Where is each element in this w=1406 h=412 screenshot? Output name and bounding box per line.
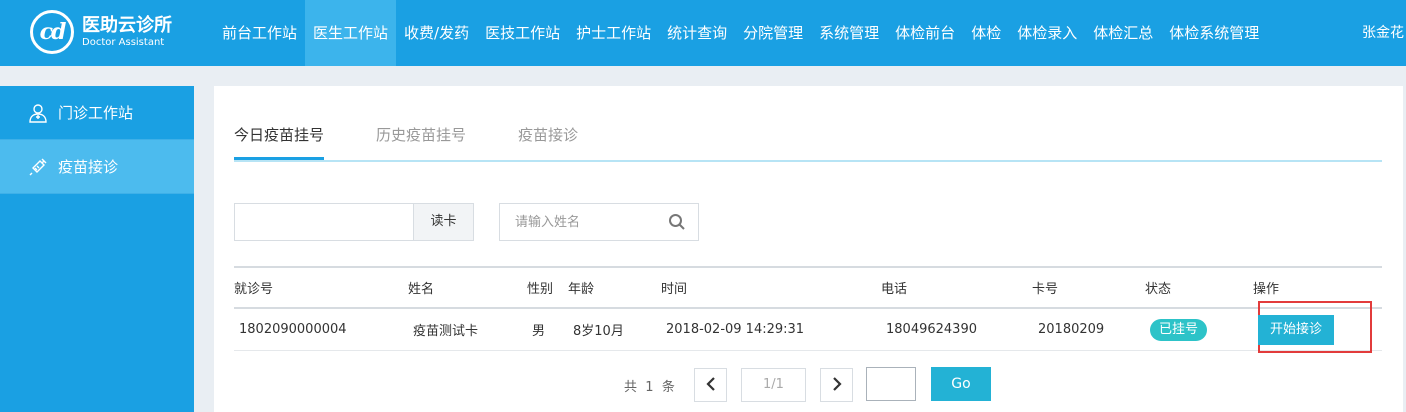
nav-item-medtech-station[interactable]: 医技工作站 bbox=[477, 0, 568, 66]
tab-bar: 今日疫苗挂号 历史疫苗挂号 疫苗接诊 bbox=[234, 124, 1382, 162]
cell-age: 8岁10月 bbox=[573, 324, 624, 339]
logo-text: 医助云诊所 Doctor Assistant bbox=[82, 15, 172, 49]
name-search-box bbox=[499, 203, 699, 241]
cell-card-no: 20180209 bbox=[1038, 322, 1105, 337]
tab-today-registration[interactable]: 今日疫苗挂号 bbox=[234, 124, 325, 160]
tab-vaccine-reception[interactable]: 疫苗接诊 bbox=[518, 124, 578, 160]
table-row[interactable]: 1802090000004 疫苗测试卡 男 8岁10月 2018-02-09 1… bbox=[234, 301, 1382, 353]
cell-status: 已挂号 bbox=[1150, 309, 1208, 350]
sidebar-item-label: 疫苗接诊 bbox=[58, 158, 119, 176]
nav-item-checkup-entry[interactable]: 体检录入 bbox=[1009, 0, 1085, 66]
card-number-input[interactable] bbox=[234, 203, 414, 241]
sidebar-item-vaccine[interactable]: 疫苗接诊 bbox=[0, 140, 194, 194]
current-page: 1/1 bbox=[741, 368, 806, 402]
app-logo[interactable]: cd 医助云诊所 Doctor Assistant bbox=[30, 10, 172, 54]
nav-item-branch-management[interactable]: 分院管理 bbox=[735, 0, 811, 66]
nav-item-system-management[interactable]: 系统管理 bbox=[811, 0, 887, 66]
logo-mark-text: cd bbox=[39, 19, 67, 45]
pager-total-suffix: 条 bbox=[661, 380, 675, 395]
cell-phone: 18049624390 bbox=[886, 322, 977, 337]
column-header-age: 年龄 bbox=[568, 282, 595, 297]
logo-title: 医助云诊所 bbox=[82, 15, 172, 36]
go-button[interactable]: Go bbox=[931, 367, 991, 401]
column-header-card-no: 卡号 bbox=[1032, 282, 1059, 297]
registration-table: 就诊号 姓名 性别 年龄 时间 电话 卡号 状态 操作 180209000000… bbox=[234, 266, 1382, 353]
syringe-icon bbox=[28, 157, 48, 177]
tab-history-registration[interactable]: 历史疫苗挂号 bbox=[376, 124, 466, 160]
name-search-input[interactable] bbox=[500, 204, 660, 240]
search-icon[interactable] bbox=[668, 213, 686, 231]
pager-total-count: 1 bbox=[645, 380, 654, 395]
user-icon bbox=[28, 103, 48, 123]
start-reception-button[interactable]: 开始接诊 bbox=[1258, 315, 1334, 345]
sidebar-item-label: 门诊工作站 bbox=[58, 104, 134, 122]
nav-item-checkup-summary[interactable]: 体检汇总 bbox=[1085, 0, 1161, 66]
page-jump-input[interactable] bbox=[866, 367, 916, 401]
user-name[interactable]: 张金花 bbox=[1362, 0, 1406, 66]
nav-item-checkup-system[interactable]: 体检系统管理 bbox=[1161, 0, 1267, 66]
cell-gender: 男 bbox=[532, 324, 546, 339]
nav-item-front-desk[interactable]: 前台工作站 bbox=[214, 0, 305, 66]
nav-item-billing[interactable]: 收费/发药 bbox=[396, 0, 477, 66]
cell-name: 疫苗测试卡 bbox=[413, 324, 479, 339]
column-header-gender: 性别 bbox=[527, 282, 554, 297]
nav-item-statistics[interactable]: 统计查询 bbox=[659, 0, 735, 66]
column-header-visit-no: 就诊号 bbox=[234, 282, 274, 297]
sidebar-item-outpatient[interactable]: 门诊工作站 bbox=[0, 86, 194, 140]
prev-page-button[interactable] bbox=[694, 368, 727, 402]
status-badge: 已挂号 bbox=[1150, 318, 1208, 341]
main-nav: 前台工作站 医生工作站 收费/发药 医技工作站 护士工作站 统计查询 分院管理 … bbox=[214, 0, 1267, 66]
read-card-button[interactable]: 读卡 bbox=[413, 203, 474, 241]
cell-time: 2018-02-09 14:29:31 bbox=[666, 322, 805, 337]
logo-mark: cd bbox=[30, 10, 74, 54]
column-header-time: 时间 bbox=[661, 282, 688, 297]
nav-item-doctor-station[interactable]: 医生工作站 bbox=[305, 0, 397, 66]
pager-total: 共 1 条 bbox=[624, 376, 675, 395]
table-header: 就诊号 姓名 性别 年龄 时间 电话 卡号 状态 操作 bbox=[234, 266, 1382, 309]
logo-subtitle: Doctor Assistant bbox=[82, 37, 165, 48]
top-bar: cd 医助云诊所 Doctor Assistant 前台工作站 医生工作站 收费… bbox=[0, 0, 1406, 66]
nav-item-nurse-station[interactable]: 护士工作站 bbox=[568, 0, 659, 66]
next-page-button[interactable] bbox=[820, 368, 853, 402]
column-header-name: 姓名 bbox=[408, 282, 435, 297]
sidebar: 门诊工作站 疫苗接诊 bbox=[0, 86, 194, 412]
chevron-left-icon bbox=[705, 376, 716, 395]
chevron-right-icon bbox=[832, 376, 842, 395]
main-panel: 今日疫苗挂号 历史疫苗挂号 疫苗接诊 读卡 就诊号 姓名 性别 年龄 时间 电话… bbox=[214, 86, 1403, 412]
column-header-status: 状态 bbox=[1145, 282, 1172, 297]
pager-total-prefix: 共 bbox=[624, 380, 638, 395]
cell-visit-no: 1802090000004 bbox=[239, 322, 347, 337]
nav-item-checkup[interactable]: 体检 bbox=[963, 0, 1009, 66]
column-header-phone: 电话 bbox=[881, 282, 908, 297]
nav-item-checkup-front-desk[interactable]: 体检前台 bbox=[887, 0, 963, 66]
